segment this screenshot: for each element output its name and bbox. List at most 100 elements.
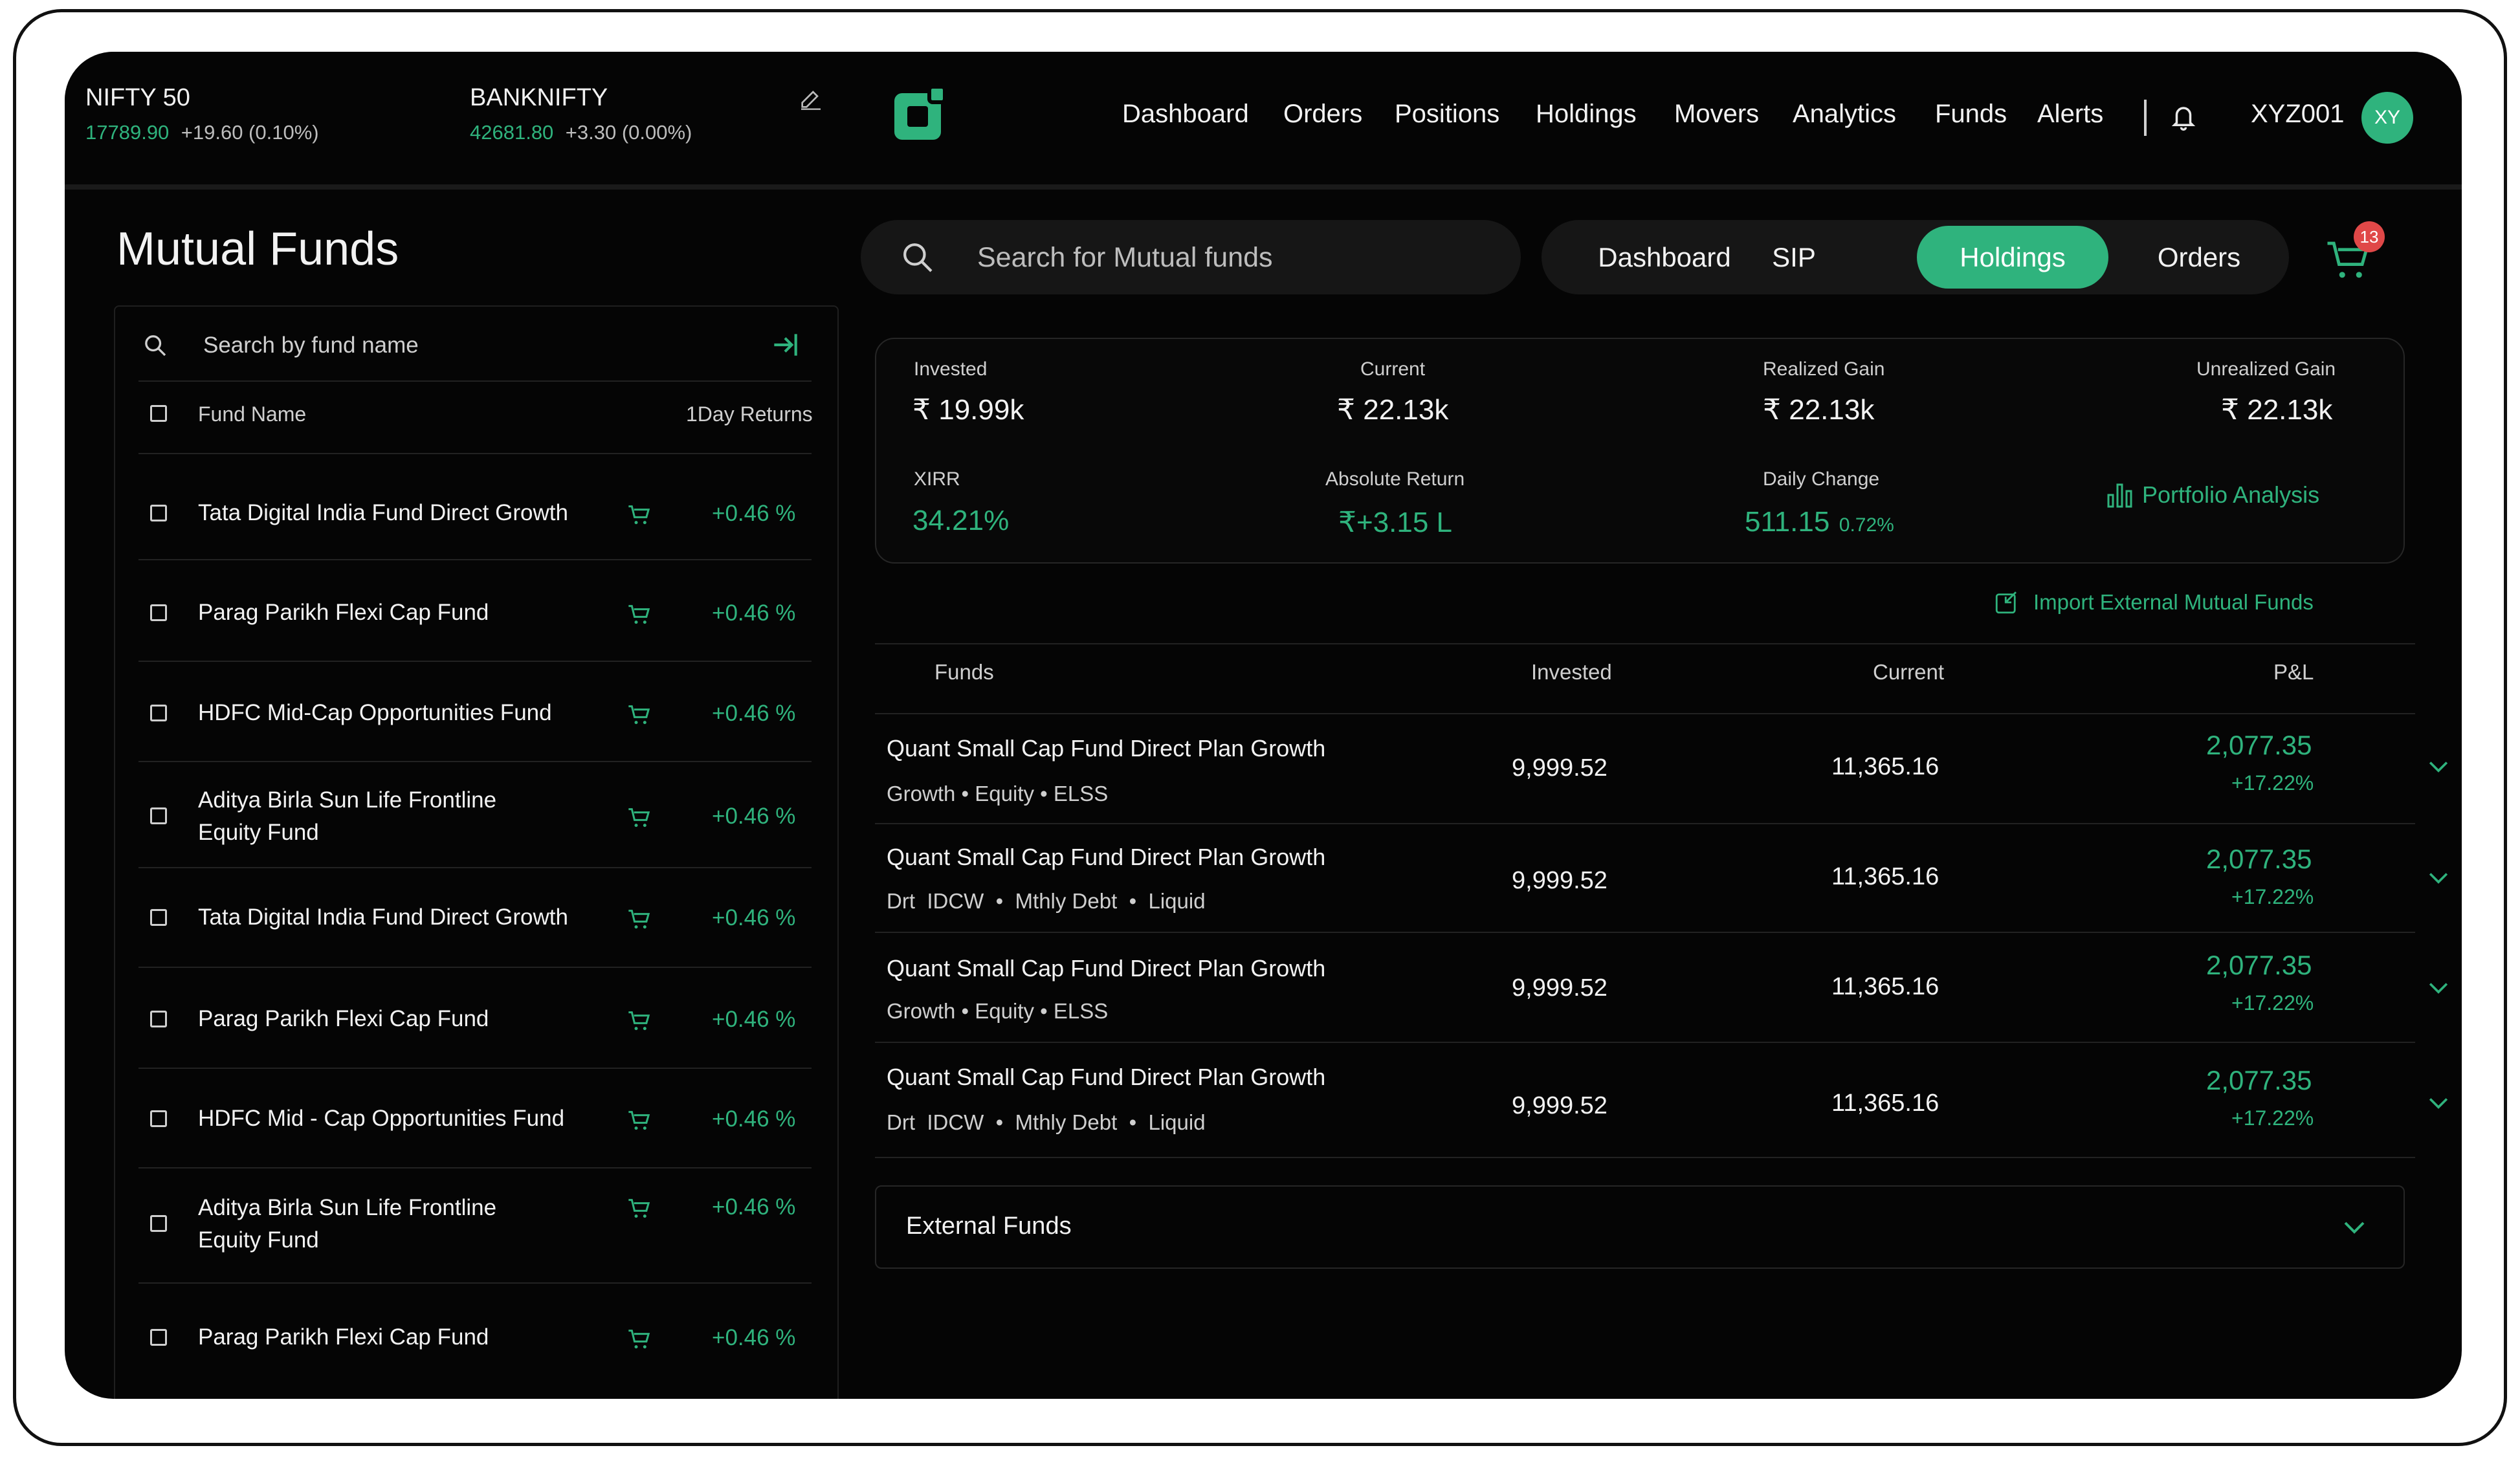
cart-icon[interactable] [626, 1326, 652, 1355]
fund-checkbox[interactable] [150, 1110, 167, 1127]
avatar[interactable]: XY [2361, 92, 2413, 144]
table-row[interactable]: Quant Small Cap Fund Direct Plan Growth … [875, 1043, 2448, 1156]
portfolio-analysis-link[interactable]: Portfolio Analysis [2105, 479, 2319, 511]
column-pl[interactable]: P&L [2273, 660, 2314, 685]
brand-logo-icon[interactable] [892, 84, 950, 146]
holding-invested: 9,999.52 [1512, 867, 1608, 894]
column-fund-name[interactable]: Fund Name [198, 402, 306, 426]
list-item[interactable]: HDFC Mid - Cap Opportunities Fund +0.46 … [115, 1073, 837, 1163]
tab-dashboard[interactable]: Dashboard [1587, 226, 1742, 289]
bell-icon[interactable] [2170, 102, 2197, 135]
list-item[interactable]: Aditya Birla Sun Life Frontline Equity F… [115, 766, 837, 863]
chevron-down-icon[interactable] [2339, 1211, 2370, 1245]
fund-checkbox[interactable] [150, 1329, 167, 1346]
chevron-down-icon[interactable] [2424, 973, 2453, 1005]
tab-holdings[interactable]: Holdings [1917, 226, 2108, 289]
list-item[interactable]: Parag Parikh Flexi Cap Fund +0.46 % [115, 1289, 837, 1379]
portfolio-summary-card: Invested ₹ 19.99k Current ₹ 22.13k Reali… [875, 338, 2405, 564]
current-value: ₹ 22.13k [1337, 394, 1449, 426]
tag: ELSS [1053, 999, 1109, 1023]
fund-return: +0.46 % [712, 905, 796, 930]
ticker-nifty[interactable]: NIFTY 50 17789.90 +19.60 (0.10%) [85, 84, 319, 144]
list-item[interactable]: Parag Parikh Flexi Cap Fund +0.46 % [115, 973, 837, 1064]
cart-badge: 13 [2354, 221, 2385, 252]
edit-pencil-icon[interactable] [798, 85, 824, 115]
tag: Mthly Debt [1015, 889, 1118, 913]
unrealized-gain-label: Unrealized Gain [2196, 358, 2336, 380]
list-item[interactable]: Aditya Birla Sun Life Frontline Equity F… [115, 1172, 837, 1269]
top-bar: NIFTY 50 17789.90 +19.60 (0.10%) BANKNIF… [65, 52, 2462, 190]
fund-checkbox[interactable] [150, 1011, 167, 1027]
fund-checkbox[interactable] [150, 604, 167, 621]
collapse-panel-icon[interactable] [769, 329, 801, 364]
holding-name: Quant Small Cap Fund Direct Plan Growth [887, 735, 1326, 762]
cart-icon[interactable] [626, 502, 652, 531]
ticker-banknifty[interactable]: BANKNIFTY 42681.80 +3.30 (0.00%) [470, 84, 692, 144]
nav-positions[interactable]: Positions [1395, 100, 1499, 129]
unrealized-gain-value: ₹ 22.13k [2221, 394, 2333, 426]
cart-icon[interactable] [626, 602, 652, 631]
tag: Growth [887, 999, 956, 1023]
nav-dashboard[interactable]: Dashboard [1122, 100, 1249, 129]
tag: Mthly Debt [1015, 1110, 1118, 1134]
table-row[interactable]: Quant Small Cap Fund Direct Plan Growth … [875, 714, 2448, 822]
holding-invested: 9,999.52 [1512, 974, 1608, 1002]
ticker-price: 17789.90 [85, 121, 170, 144]
nav-analytics[interactable]: Analytics [1793, 100, 1896, 129]
daily-change-label: Daily Change [1763, 468, 1880, 490]
fund-search-input[interactable]: Search by fund name [203, 333, 419, 358]
cart-icon[interactable] [626, 906, 652, 936]
external-funds-accordion[interactable]: External Funds [875, 1185, 2405, 1269]
import-external-link[interactable]: Import External Mutual Funds [1993, 589, 2314, 616]
tab-sip[interactable]: SIP [1755, 226, 1833, 289]
table-row[interactable]: Quant Small Cap Fund Direct Plan Growth … [875, 933, 2448, 1040]
fund-checkbox[interactable] [150, 807, 167, 824]
chevron-down-icon[interactable] [2424, 752, 2453, 784]
nav-holdings[interactable]: Holdings [1536, 100, 1637, 129]
column-1day-returns[interactable]: 1Day Returns [686, 402, 813, 426]
cart-icon[interactable] [626, 1108, 652, 1137]
mutual-fund-search[interactable]: Search for Mutual funds [861, 220, 1521, 294]
cart-icon[interactable] [626, 1008, 652, 1037]
holding-name: Quant Small Cap Fund Direct Plan Growth [887, 1064, 1326, 1090]
tag: ELSS [1053, 782, 1109, 806]
fund-name: Parag Parikh Flexi Cap Fund [198, 600, 489, 625]
column-current[interactable]: Current [1873, 660, 1944, 685]
user-id[interactable]: XYZ001 [2251, 100, 2345, 129]
ticker-name: NIFTY 50 [85, 84, 190, 111]
fund-checkbox[interactable] [150, 705, 167, 721]
nav-alerts[interactable]: Alerts [2037, 100, 2103, 129]
nav-orders[interactable]: Orders [1283, 100, 1362, 129]
fund-checkbox[interactable] [150, 1215, 167, 1232]
fund-return: +0.46 % [712, 1106, 796, 1132]
chevron-down-icon[interactable] [2424, 1088, 2453, 1120]
nav-funds[interactable]: Funds [1935, 100, 2007, 129]
fund-return: +0.46 % [712, 1007, 796, 1032]
nav-movers[interactable]: Movers [1674, 100, 1759, 129]
list-item[interactable]: Tata Digital India Fund Direct Growth +0… [115, 468, 837, 559]
cart-icon[interactable] [626, 805, 652, 834]
list-item[interactable]: HDFC Mid-Cap Opportunities Fund +0.46 % [115, 666, 837, 757]
fund-checkbox[interactable] [150, 505, 167, 521]
tab-orders[interactable]: Orders [2141, 226, 2257, 289]
nav-divider [2144, 100, 2147, 136]
list-item[interactable]: Tata Digital India Fund Direct Growth +0… [115, 872, 837, 963]
column-invested[interactable]: Invested [1531, 660, 1612, 685]
daily-change: 511.15 0.72% [1745, 506, 1894, 538]
table-row[interactable]: Quant Small Cap Fund Direct Plan Growth … [875, 824, 2448, 932]
fund-name: Aditya Birla Sun Life Frontline [198, 787, 497, 813]
invested-value: ₹ 19.99k [912, 394, 1024, 426]
ticker-name: BANKNIFTY [470, 84, 608, 111]
chevron-down-icon[interactable] [2424, 863, 2453, 895]
fund-checkbox[interactable] [150, 909, 167, 926]
search-input[interactable]: Search for Mutual funds [977, 242, 1273, 274]
list-item[interactable]: Parag Parikh Flexi Cap Fund +0.46 % [115, 565, 837, 656]
holding-pl: 2,077.35 [2206, 844, 2312, 874]
tag: Liquid [1148, 889, 1206, 913]
holding-pl-percent: +17.22% [2231, 1106, 2314, 1130]
cart-icon[interactable] [626, 1196, 652, 1225]
select-all-checkbox[interactable] [150, 405, 167, 422]
cart-icon[interactable] [626, 702, 652, 731]
column-funds[interactable]: Funds [934, 660, 994, 685]
ticker-change: +19.60 (0.10%) [181, 121, 319, 144]
